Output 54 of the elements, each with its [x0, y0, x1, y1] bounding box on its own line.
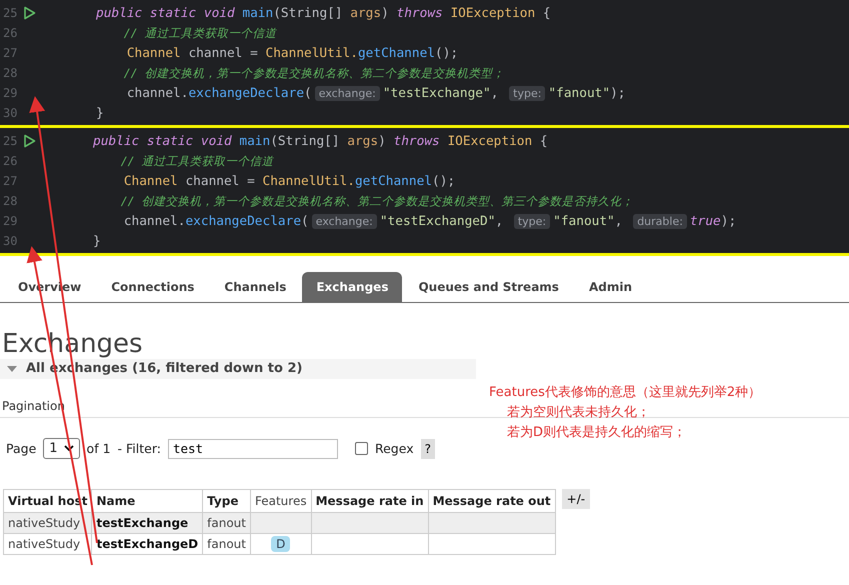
line-number: 27 — [2, 46, 18, 60]
line-number: 28 — [2, 66, 18, 80]
code-line: Channel channel = ChannelUtil.getChannel(); — [126, 46, 458, 60]
nav-tab[interactable]: Admin — [574, 272, 646, 302]
line-number: 28 — [2, 194, 18, 208]
code-line: // 创建交换机，第一个参数是交换机名称、第二个参数是交换机类型、第三个参数是否持久化； — [120, 194, 634, 208]
code-line: public static void main(String[] args) throws IOException { — [93, 134, 548, 148]
code-line: // 通过工具类获取一个信道 — [122, 26, 276, 40]
annotation-text: Features代表修饰的意思（这里就先列举2种） — [489, 384, 762, 402]
page-count: of 1 — [86, 441, 111, 456]
code-line: // 通过工具类获取一个信道 — [120, 154, 274, 168]
regex-label: Regex — [374, 441, 414, 456]
table-cell: fanout — [202, 534, 250, 554]
line-number: 26 — [2, 154, 18, 168]
nav-tab[interactable]: Channels — [210, 272, 300, 302]
line-number: 30 — [2, 106, 18, 120]
filter-field[interactable]: test — [168, 438, 338, 458]
code-line: channel.exchangeDeclare( exchange: "testExchangeD", type: "fanout", durable: true); — [122, 214, 736, 228]
line-number: 25 — [2, 134, 18, 148]
filter-label: - Filter: — [118, 441, 161, 456]
page-label: Page — [6, 441, 36, 456]
feature-badge: D — [271, 536, 290, 552]
code-line: Channel channel = ChannelUtil.getChannel(); — [122, 174, 456, 188]
exchange-name-link[interactable]: testExchange — [92, 512, 203, 534]
code-line: } — [96, 106, 104, 120]
exchange-name-link[interactable]: testExchangeD — [92, 534, 203, 554]
code-line: public static void main(String[] args) throws IOException { — [96, 6, 551, 20]
table-cell: fanout — [202, 512, 250, 534]
annotation-text: 若为空则代表未持久化； — [506, 404, 651, 422]
regex-checkbox[interactable] — [354, 442, 368, 455]
column-header: Message rate out — [428, 490, 556, 512]
line-number: 25 — [2, 6, 18, 20]
code-line: channel.exchangeDeclare( exchange: "testExchange", type: "fanout"); — [126, 86, 626, 100]
code-line: } — [93, 234, 101, 248]
run-icon[interactable] — [23, 6, 36, 20]
line-number: 29 — [2, 214, 18, 228]
page-select[interactable]: 1 — [43, 438, 80, 459]
line-number: 30 — [2, 234, 18, 248]
help-button[interactable]: ? — [420, 438, 435, 458]
table-cell: nativeStudy — [4, 534, 92, 554]
line-number: 29 — [2, 86, 18, 100]
column-header: Message rate in — [311, 490, 428, 512]
line-number: 26 — [2, 26, 18, 40]
nav-tab[interactable]: Connections — [97, 272, 208, 302]
code-line: // 创建交换机，第一个参数是交换机名称、第二个参数是交换机类型； — [122, 66, 504, 80]
nav-tab[interactable]: Queues and Streams — [404, 272, 573, 302]
caret-icon — [64, 445, 74, 452]
nav-tab[interactable]: Exchanges — [302, 272, 402, 302]
line-number: 27 — [2, 174, 18, 188]
annotation-text: 若为D则代表是持久化的缩写； — [506, 424, 688, 442]
column-header: Name — [92, 490, 203, 512]
run-icon[interactable] — [23, 134, 36, 148]
columns-toggle-button[interactable]: +/- — [562, 489, 590, 509]
table-cell: nativeStudy — [4, 512, 92, 534]
